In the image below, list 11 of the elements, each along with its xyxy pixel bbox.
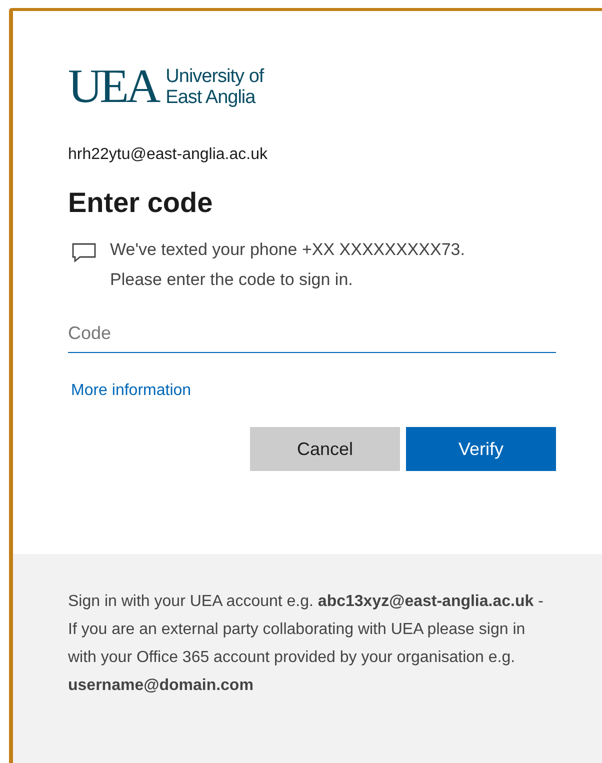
logo-mark: UEA (68, 63, 158, 111)
more-info-link[interactable]: More information (71, 382, 192, 399)
page-title: Enter code (68, 186, 214, 220)
footer-note: Sign in with your UEA account e.g. abc13xyz@east-anglia.ac.uk - If you are an external party collaborating with UEA please sign in with your Office 365 account provided by your organisation e.g. username@domain.com (68, 592, 544, 696)
verify-button[interactable]: Verify (406, 427, 556, 471)
message-icon (72, 243, 96, 263)
cancel-button[interactable]: Cancel (250, 427, 400, 471)
sms-message: We've texted your phone +XX XXXXXXXXX73. Please enter the code to sign in. (110, 239, 466, 291)
account-email: hrh22ytu@east-anglia.ac.uk (68, 145, 268, 165)
code-field[interactable]: Code (68, 315, 556, 353)
logo-wordmark: University of East Anglia (166, 66, 264, 108)
